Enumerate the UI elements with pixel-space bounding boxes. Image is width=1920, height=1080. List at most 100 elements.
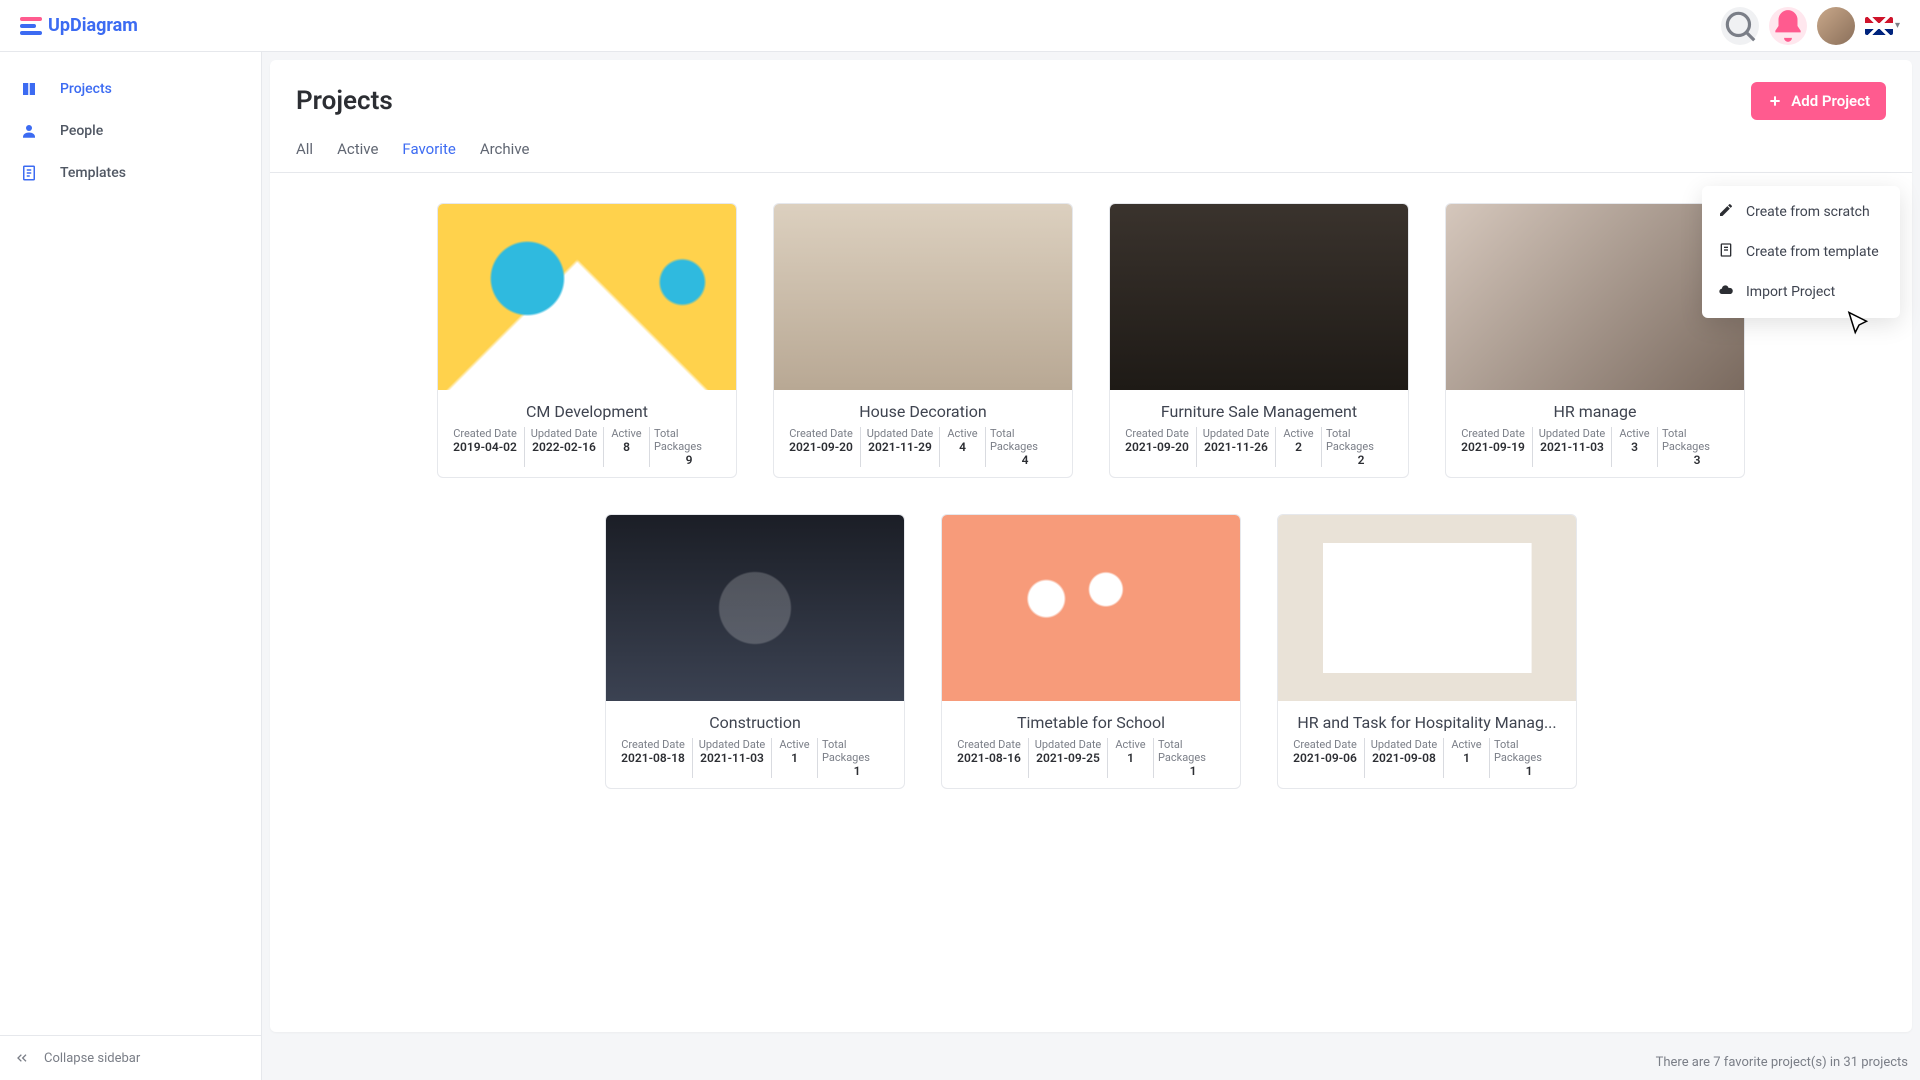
templates-icon bbox=[20, 164, 38, 182]
menu-item-label: Create from scratch bbox=[1746, 204, 1870, 220]
project-thumbnail bbox=[1110, 204, 1408, 390]
meta-label-created: Created Date bbox=[789, 427, 853, 440]
menu-item-label: Import Project bbox=[1746, 284, 1835, 300]
footer-summary: There are 7 favorite project(s) in 31 pr… bbox=[1656, 1055, 1908, 1070]
meta-updated-date: 2021-11-03 bbox=[700, 751, 764, 765]
project-meta: Created Date 2021-09-20 Updated Date 202… bbox=[774, 427, 1072, 477]
meta-updated-date: 2021-09-08 bbox=[1372, 751, 1436, 765]
meta-updated-date: 2021-11-03 bbox=[1540, 440, 1604, 454]
brand-logo[interactable]: UpDiagram bbox=[20, 15, 138, 37]
sidebar-item-projects[interactable]: Projects bbox=[0, 68, 261, 110]
meta-label-created: Created Date bbox=[621, 738, 685, 751]
menu-item-import-project[interactable]: Import Project bbox=[1702, 272, 1900, 312]
search-button[interactable] bbox=[1721, 7, 1759, 45]
meta-active-count: 1 bbox=[1463, 751, 1470, 765]
meta-updated-date: 2021-11-26 bbox=[1204, 440, 1268, 454]
project-title: CM Development bbox=[438, 390, 736, 427]
projects-icon bbox=[20, 80, 38, 98]
project-card[interactable]: CM Development Created Date 2019-04-02 U… bbox=[437, 203, 737, 478]
page-title: Projects bbox=[296, 86, 393, 116]
meta-updated-date: 2021-09-25 bbox=[1036, 751, 1100, 765]
meta-active-count: 3 bbox=[1631, 440, 1638, 454]
sidebar-item-templates[interactable]: Templates bbox=[0, 152, 261, 194]
project-thumbnail bbox=[1446, 204, 1744, 390]
user-avatar[interactable] bbox=[1817, 7, 1855, 45]
meta-total-count: 9 bbox=[686, 453, 693, 467]
project-meta: Created Date 2021-09-06 Updated Date 202… bbox=[1278, 738, 1576, 788]
meta-label-updated: Updated Date bbox=[867, 427, 934, 440]
meta-updated-date: 2021-11-29 bbox=[868, 440, 932, 454]
tab-all[interactable]: All bbox=[296, 140, 313, 172]
meta-label-updated: Updated Date bbox=[699, 738, 766, 751]
collapse-icon bbox=[14, 1050, 30, 1066]
meta-label-total: Total Packages bbox=[654, 427, 724, 453]
tab-archive[interactable]: Archive bbox=[480, 140, 530, 172]
app-header: UpDiagram ▾ bbox=[0, 0, 1920, 52]
meta-label-total: Total Packages bbox=[822, 738, 892, 764]
collapse-sidebar-button[interactable]: Collapse sidebar bbox=[0, 1035, 261, 1080]
meta-created-date: 2021-08-18 bbox=[621, 751, 685, 765]
meta-total-count: 4 bbox=[1022, 453, 1029, 467]
uk-flag-icon bbox=[1865, 17, 1893, 35]
project-card[interactable]: HR manage Created Date 2021-09-19 Update… bbox=[1445, 203, 1745, 478]
meta-label-active: Active bbox=[1283, 427, 1313, 440]
add-project-button[interactable]: Add Project bbox=[1751, 82, 1886, 120]
meta-active-count: 2 bbox=[1295, 440, 1302, 454]
sidebar: Projects People Templates Collapse sideb… bbox=[0, 52, 262, 1080]
project-card[interactable]: Construction Created Date 2021-08-18 Upd… bbox=[605, 514, 905, 789]
meta-label-total: Total Packages bbox=[1494, 738, 1564, 764]
sidebar-item-label: Templates bbox=[60, 165, 126, 181]
menu-item-create-from-scratch[interactable]: Create from scratch bbox=[1702, 192, 1900, 232]
menu-item-icon bbox=[1718, 282, 1734, 302]
meta-label-active: Active bbox=[779, 738, 809, 751]
project-title: HR manage bbox=[1446, 390, 1744, 427]
project-meta: Created Date 2021-08-18 Updated Date 202… bbox=[606, 738, 904, 788]
meta-active-count: 4 bbox=[959, 440, 966, 454]
sidebar-item-label: People bbox=[60, 123, 103, 139]
tab-active[interactable]: Active bbox=[337, 140, 378, 172]
meta-created-date: 2021-09-06 bbox=[1293, 751, 1357, 765]
meta-active-count: 1 bbox=[791, 751, 798, 765]
project-thumbnail bbox=[1278, 515, 1576, 701]
meta-total-count: 1 bbox=[1526, 764, 1533, 778]
brand-logo-icon bbox=[20, 15, 42, 37]
project-card[interactable]: Furniture Sale Management Created Date 2… bbox=[1109, 203, 1409, 478]
meta-label-active: Active bbox=[1115, 738, 1145, 751]
project-thumbnail bbox=[942, 515, 1240, 701]
notifications-button[interactable] bbox=[1769, 7, 1807, 45]
meta-created-date: 2021-09-20 bbox=[1125, 440, 1189, 454]
meta-active-count: 8 bbox=[623, 440, 630, 454]
brand-name: UpDiagram bbox=[48, 15, 138, 36]
project-title: Timetable for School bbox=[942, 701, 1240, 738]
filter-tabs: All Active Favorite Archive bbox=[270, 120, 1912, 173]
meta-label-created: Created Date bbox=[1125, 427, 1189, 440]
menu-item-label: Create from template bbox=[1746, 244, 1879, 260]
meta-total-count: 3 bbox=[1694, 453, 1701, 467]
meta-label-total: Total Packages bbox=[990, 427, 1060, 453]
meta-created-date: 2021-08-16 bbox=[957, 751, 1021, 765]
meta-total-count: 1 bbox=[1190, 764, 1197, 778]
meta-label-active: Active bbox=[611, 427, 641, 440]
meta-updated-date: 2022-02-16 bbox=[532, 440, 596, 454]
meta-created-date: 2019-04-02 bbox=[453, 440, 517, 454]
meta-label-updated: Updated Date bbox=[531, 427, 598, 440]
project-meta: Created Date 2019-04-02 Updated Date 202… bbox=[438, 427, 736, 477]
search-icon bbox=[1721, 7, 1759, 45]
project-card[interactable]: House Decoration Created Date 2021-09-20… bbox=[773, 203, 1073, 478]
meta-label-created: Created Date bbox=[957, 738, 1021, 751]
project-card[interactable]: Timetable for School Created Date 2021-0… bbox=[941, 514, 1241, 789]
meta-label-total: Total Packages bbox=[1158, 738, 1228, 764]
sidebar-item-people[interactable]: People bbox=[0, 110, 261, 152]
add-project-menu: Create from scratch Create from template I… bbox=[1702, 186, 1900, 318]
language-selector[interactable]: ▾ bbox=[1865, 17, 1900, 35]
project-title: HR and Task for Hospitality Manag... bbox=[1278, 701, 1576, 738]
menu-item-icon bbox=[1718, 202, 1734, 222]
tab-favorite[interactable]: Favorite bbox=[402, 140, 455, 172]
meta-label-total: Total Packages bbox=[1326, 427, 1396, 453]
project-meta: Created Date 2021-09-20 Updated Date 202… bbox=[1110, 427, 1408, 477]
project-card[interactable]: HR and Task for Hospitality Manag... Cre… bbox=[1277, 514, 1577, 789]
project-meta: Created Date 2021-08-16 Updated Date 202… bbox=[942, 738, 1240, 788]
collapse-label: Collapse sidebar bbox=[44, 1051, 140, 1066]
menu-item-create-from-template[interactable]: Create from template bbox=[1702, 232, 1900, 272]
projects-grid: CM Development Created Date 2019-04-02 U… bbox=[270, 173, 1912, 1032]
